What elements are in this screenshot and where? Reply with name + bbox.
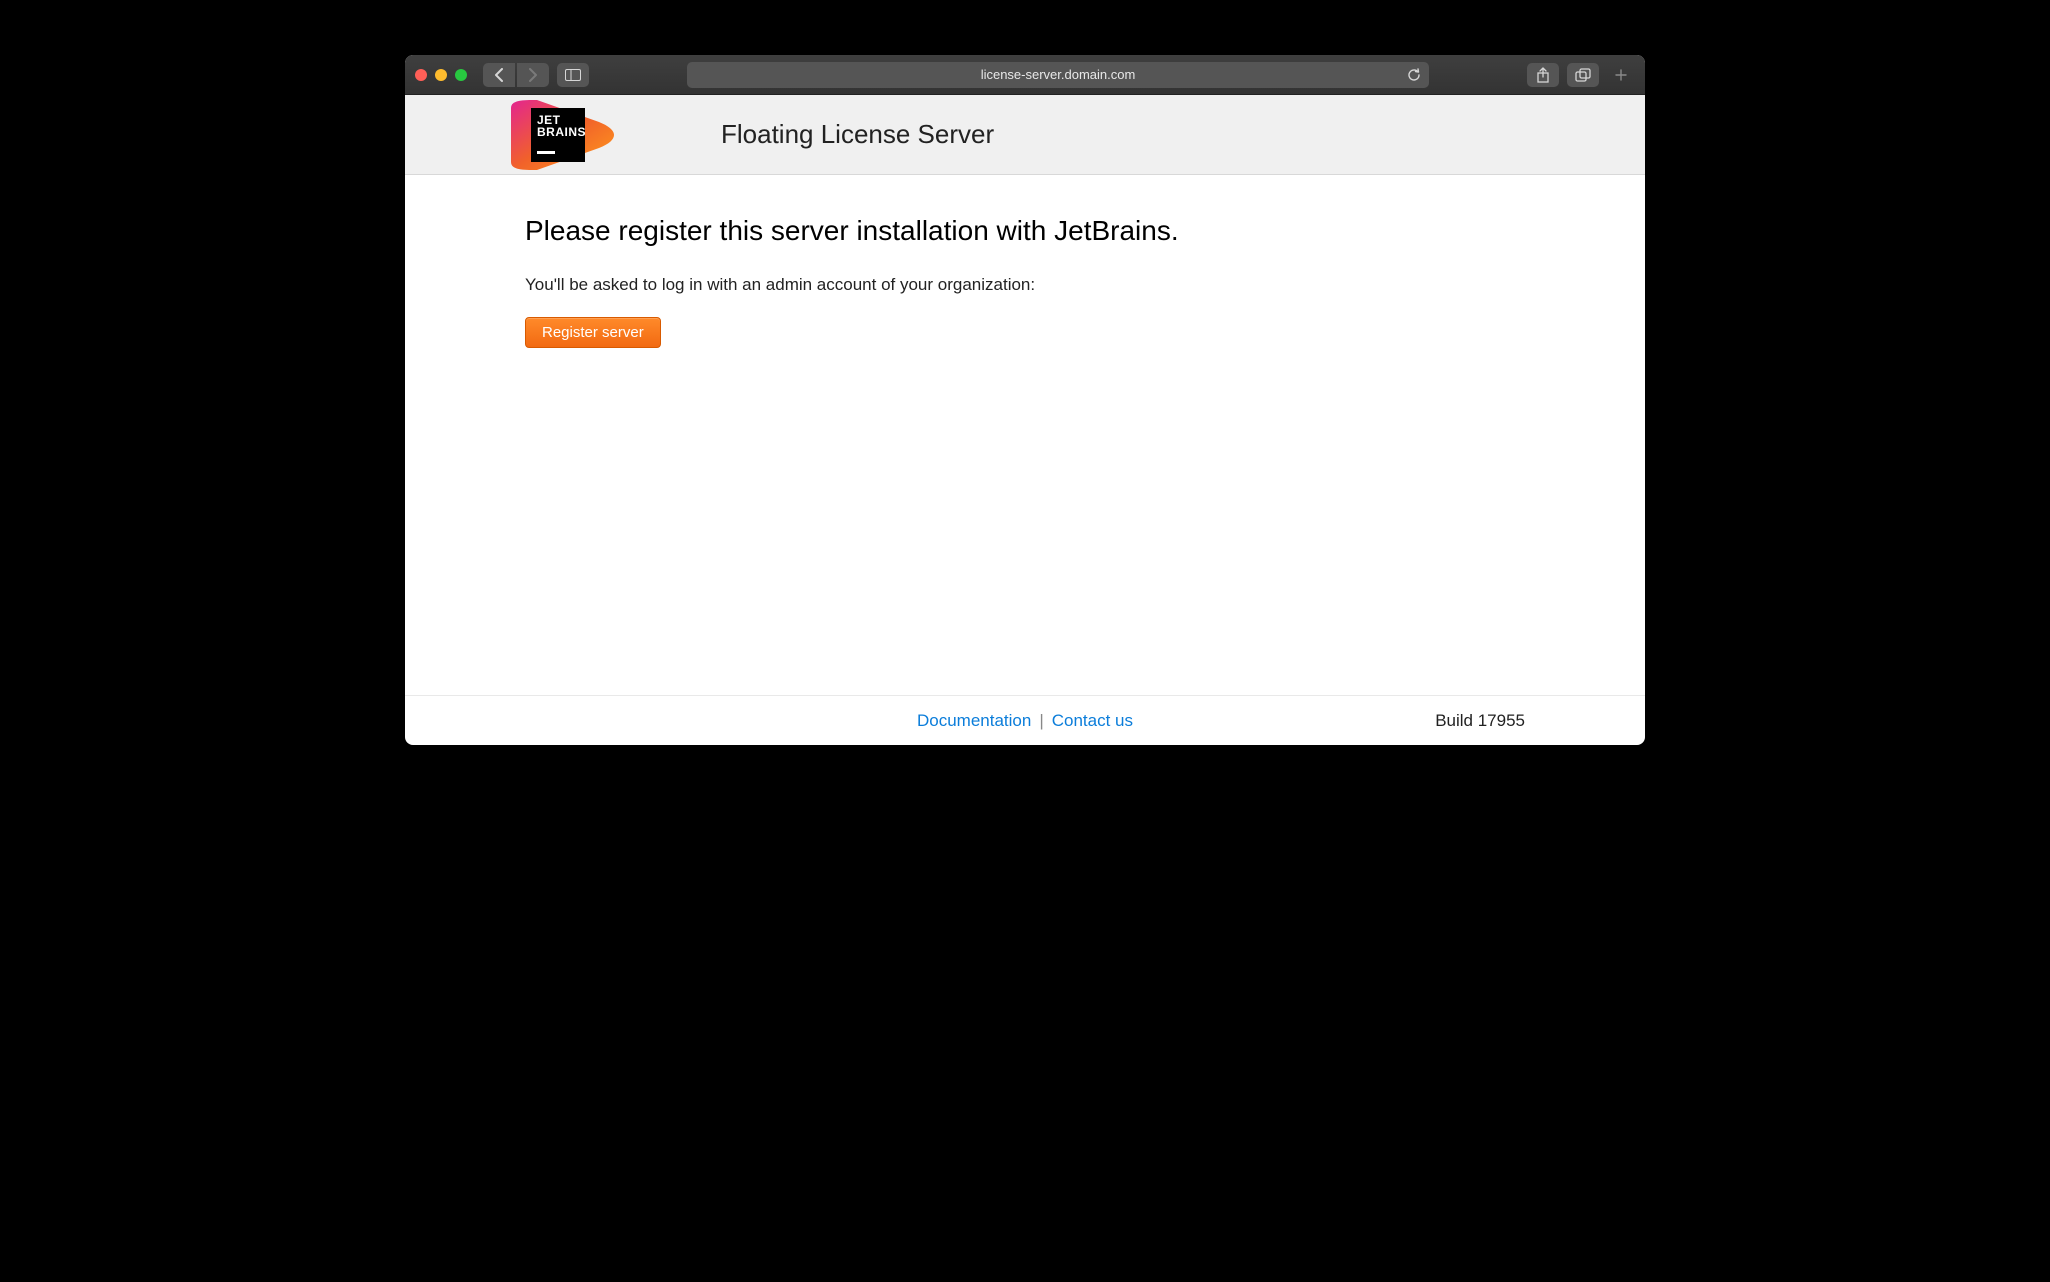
toolbar-right xyxy=(1527,61,1635,89)
app-title: Floating License Server xyxy=(721,119,994,150)
documentation-link[interactable]: Documentation xyxy=(917,711,1031,731)
window-minimize-button[interactable] xyxy=(435,69,447,81)
logo-underline xyxy=(537,151,555,154)
logo-text-line2: BRAINS xyxy=(537,126,579,139)
logo-text: JET BRAINS xyxy=(537,114,579,139)
address-bar[interactable]: license-server.domain.com xyxy=(687,62,1429,88)
reload-icon xyxy=(1407,68,1421,82)
app-header: JET BRAINS Floating License Server xyxy=(405,95,1645,175)
share-button[interactable] xyxy=(1527,63,1559,87)
register-server-button[interactable]: Register server xyxy=(525,317,661,348)
window-close-button[interactable] xyxy=(415,69,427,81)
main-heading: Please register this server installation… xyxy=(525,215,1525,247)
traffic-lights xyxy=(415,69,467,81)
window-maximize-button[interactable] xyxy=(455,69,467,81)
chevron-right-icon xyxy=(528,68,538,82)
build-label: Build 17955 xyxy=(1435,711,1525,731)
address-url: license-server.domain.com xyxy=(981,67,1136,82)
sidebar-icon xyxy=(565,69,581,81)
browser-window: license-server.domain.com xyxy=(405,55,1645,745)
contact-us-link[interactable]: Contact us xyxy=(1052,711,1133,731)
plus-icon xyxy=(1615,69,1627,81)
main-subheading: You'll be asked to log in with an admin … xyxy=(525,275,1525,295)
new-tab-button[interactable] xyxy=(1607,61,1635,89)
forward-button[interactable] xyxy=(517,63,549,87)
browser-toolbar: license-server.domain.com xyxy=(405,55,1645,95)
sidebar-toggle-button[interactable] xyxy=(557,63,589,87)
chevron-left-icon xyxy=(494,68,504,82)
logo-box: JET BRAINS xyxy=(531,108,585,162)
jetbrains-logo: JET BRAINS xyxy=(501,100,621,170)
main-content: Please register this server installation… xyxy=(405,175,1645,695)
tabs-button[interactable] xyxy=(1567,63,1599,87)
footer: Documentation | Contact us Build 17955 xyxy=(405,695,1645,745)
tabs-icon xyxy=(1575,68,1591,82)
share-icon xyxy=(1536,67,1550,83)
reload-button[interactable] xyxy=(1407,68,1421,82)
nav-buttons xyxy=(483,63,549,87)
footer-separator: | xyxy=(1039,711,1043,731)
back-button[interactable] xyxy=(483,63,515,87)
